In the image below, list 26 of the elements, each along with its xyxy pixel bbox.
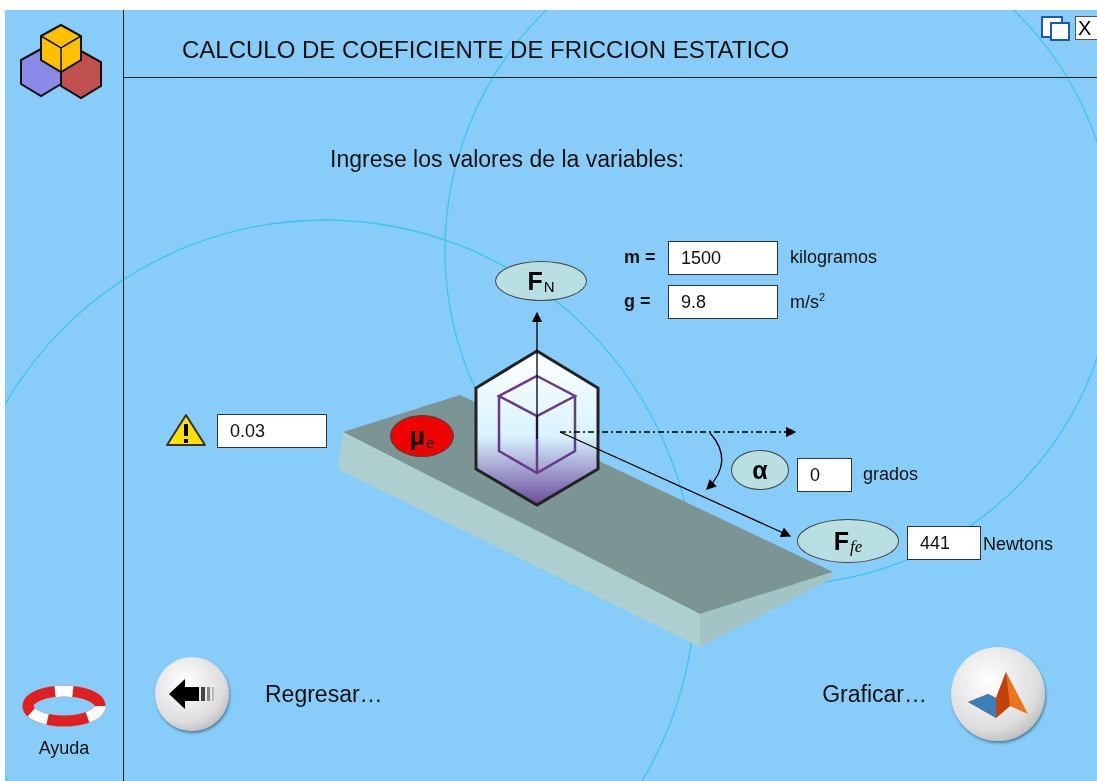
input-field[interactable]: 1500 [668,241,778,275]
prompt-text: Ingrese los valores de la variables: [330,146,685,173]
warning-icon [165,413,207,447]
window-title: CALCULO DE COEFICIENTE DE FRICCION ESTATICO [182,35,790,64]
plot-link[interactable]: Graficar… [822,680,927,708]
left-arrow-icon [169,679,215,709]
help-button[interactable]: Ayuda [22,684,106,759]
unit-label: grados [863,464,919,485]
back-link[interactable]: Regresar… [265,680,383,708]
variable-label: g = [624,291,651,312]
friction-force-label: F$_{fe}$ [797,519,899,563]
input-field[interactable]: 0 [797,458,852,492]
lifebuoy-icon [22,684,106,728]
restore-window-icon[interactable] [1039,14,1073,42]
close-button[interactable]: X [1075,16,1097,40]
unit-label: kilogramos [790,247,878,268]
back-button[interactable] [155,657,229,731]
input-field[interactable]: 9.8 [668,285,778,319]
normal-force-label: F$_{N}$ [495,261,587,301]
angle-arrow [706,432,723,490]
input-field[interactable]: 441 [907,526,981,560]
unit-label: m/s$^{2}$ [790,291,826,313]
input-field[interactable]: 0.03 [217,414,327,448]
variable-label: m = [624,247,656,268]
angle-label: α [731,450,789,490]
unit-label: Newtons [983,534,1054,555]
